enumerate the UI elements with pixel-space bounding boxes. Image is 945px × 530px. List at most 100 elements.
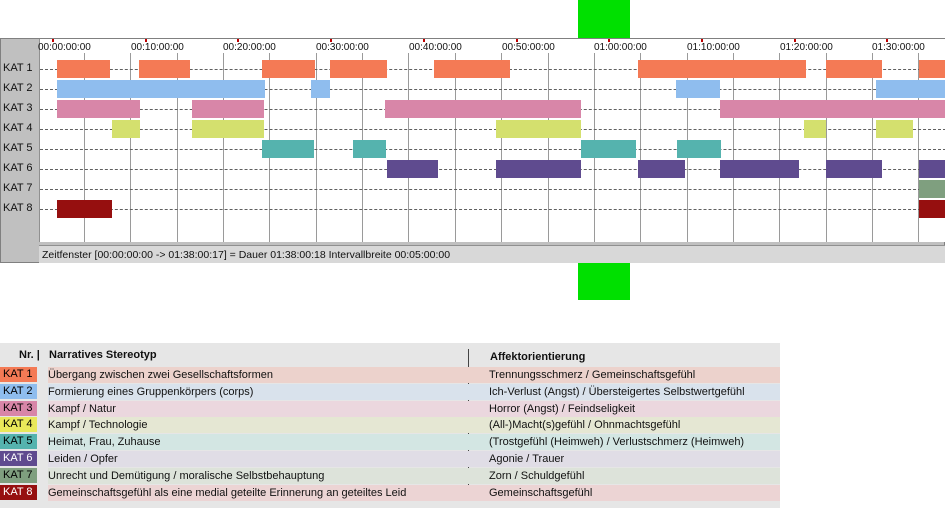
interval-gridline bbox=[872, 53, 873, 242]
category-label-kat-6: KAT 6 bbox=[3, 162, 33, 174]
legend-row bbox=[48, 400, 780, 417]
segment-bar-kat-4[interactable] bbox=[876, 120, 913, 138]
legend-row bbox=[48, 451, 780, 467]
interval-gridline bbox=[826, 53, 827, 242]
segment-bar-kat-6[interactable] bbox=[496, 160, 581, 178]
segment-bar-kat-3[interactable] bbox=[192, 100, 264, 118]
segment-bar-kat-6[interactable] bbox=[919, 160, 945, 178]
segment-bar-kat-3[interactable] bbox=[385, 100, 581, 118]
segment-bar-kat-4[interactable] bbox=[192, 120, 264, 138]
legend-affekt: (Trostgefühl (Heimweh) / Verlustschmerz … bbox=[489, 436, 745, 449]
legend-stereotyp: Heimat, Frau, Zuhause bbox=[48, 436, 161, 449]
time-tick-label: 01:20:00:00 bbox=[780, 42, 833, 53]
time-tick-label: 00:30:00:00 bbox=[316, 42, 369, 53]
interval-gridline bbox=[640, 53, 641, 242]
legend-stereotyp: Leiden / Opfer bbox=[48, 453, 118, 465]
time-tick-label: 00:10:00:00 bbox=[131, 42, 184, 53]
legend-stereotyp: Gemeinschaftsgefühl als eine medial gete… bbox=[48, 486, 407, 499]
interval-gridline bbox=[733, 53, 734, 242]
interval-gridline bbox=[548, 53, 549, 242]
segment-bar-kat-1[interactable] bbox=[919, 60, 945, 78]
segment-bar-kat-1[interactable] bbox=[638, 60, 806, 78]
category-row-line bbox=[40, 149, 945, 150]
segment-bar-kat-5[interactable] bbox=[677, 140, 721, 158]
timeline-plot[interactable]: 00:00:00:00 00:10:00:00 00:20:00:00 00:30:0… bbox=[38, 39, 945, 242]
segment-bar-kat-1[interactable] bbox=[57, 60, 110, 78]
legend-code-kat-4: KAT 4 bbox=[0, 417, 37, 433]
time-tick-label: 00:50:00:00 bbox=[502, 42, 555, 53]
legend-affekt: Gemeinschaftsgefühl bbox=[489, 486, 593, 499]
category-label-kat-2: KAT 2 bbox=[3, 82, 33, 94]
legend-table: Nr. | Narratives Stereotyp Affektorienti… bbox=[0, 343, 780, 508]
segment-bar-kat-4[interactable] bbox=[804, 120, 826, 138]
legend-code-kat-7: KAT 7 bbox=[0, 467, 37, 483]
legend-code-kat-2: KAT 2 bbox=[0, 383, 37, 399]
segment-bar-kat-8[interactable] bbox=[57, 200, 112, 218]
segment-bar-kat-1[interactable] bbox=[434, 60, 510, 78]
legend-affekt: Ich-Verlust (Angst) / Übersteigertes Sel… bbox=[489, 385, 745, 398]
category-label-kat-5: KAT 5 bbox=[3, 142, 33, 154]
segment-bar-kat-6[interactable] bbox=[720, 160, 799, 178]
segment-bar-kat-6[interactable] bbox=[826, 160, 882, 178]
segment-bar-kat-1[interactable] bbox=[139, 60, 190, 78]
interval-gridline bbox=[779, 53, 780, 242]
legend-header-stereotyp: Narratives Stereotyp bbox=[49, 349, 157, 361]
legend-affekt: (All-)Macht(s)gefühl / Ohnmachtsgefühl bbox=[489, 419, 681, 432]
segment-bar-kat-4[interactable] bbox=[112, 120, 140, 138]
legend-code-kat-3: KAT 3 bbox=[0, 400, 37, 416]
legend-affekt: Agonie / Trauer bbox=[489, 453, 565, 465]
segment-bar-kat-2[interactable] bbox=[311, 80, 330, 98]
legend-stereotyp: Formierung eines Gruppenkörpers (corps) bbox=[48, 385, 254, 398]
segment-bar-kat-4[interactable] bbox=[496, 120, 581, 138]
time-tick-label: 00:00:00:00 bbox=[38, 42, 91, 53]
timeline-panel: KAT 1 KAT 2 KAT 3 KAT 4 KAT 5 KAT 6 KAT 7 KAT 8… bbox=[0, 38, 945, 263]
legend-stereotyp: Übergang zwischen zwei Gesellschaftsform… bbox=[48, 369, 273, 381]
segment-bar-kat-1[interactable] bbox=[262, 60, 315, 78]
legend-stereotyp: Kampf / Technologie bbox=[48, 419, 148, 432]
legend-code-kat-1: KAT 1 bbox=[0, 367, 37, 382]
legend-code-kat-5: KAT 5 bbox=[0, 434, 37, 450]
time-tick-label: 01:00:00:00 bbox=[594, 42, 647, 53]
legend-stereotyp: Kampf / Natur bbox=[48, 402, 116, 415]
legend-affekt: Trennungsschmerz / Gemeinschaftsgefühl bbox=[489, 369, 696, 381]
interval-gridline bbox=[455, 53, 456, 242]
time-tick-label: 01:30:00:00 bbox=[872, 42, 925, 53]
category-label-kat-8: KAT 8 bbox=[3, 202, 33, 214]
status-bar: Zeitfenster [00:00:00:00 -> 01:38:00:17]… bbox=[39, 245, 945, 263]
playhead-marker-bottom[interactable] bbox=[578, 263, 630, 300]
segment-bar-kat-3[interactable] bbox=[57, 100, 140, 118]
interval-gridline bbox=[408, 53, 409, 242]
category-row-line bbox=[40, 189, 945, 190]
segment-bar-kat-2[interactable] bbox=[676, 80, 720, 98]
category-label-kat-1: KAT 1 bbox=[3, 62, 33, 74]
legend-stereotyp: Unrecht und Demütigung / moralische Selb… bbox=[48, 469, 325, 482]
segment-bar-kat-2[interactable] bbox=[57, 80, 265, 98]
category-label-kat-7: KAT 7 bbox=[3, 182, 33, 194]
interval-gridline bbox=[501, 53, 502, 242]
legend-header-affekt: Affektorientierung bbox=[490, 351, 586, 363]
segment-bar-kat-6[interactable] bbox=[638, 160, 685, 178]
legend-code-kat-8: KAT 8 bbox=[0, 484, 37, 500]
legend-code-kat-6: KAT 6 bbox=[0, 451, 37, 466]
category-row-line bbox=[40, 169, 945, 170]
time-tick-label: 00:20:00:00 bbox=[223, 42, 276, 53]
segment-bar-kat-5[interactable] bbox=[262, 140, 314, 158]
time-tick-label: 00:40:00:00 bbox=[409, 42, 462, 53]
segment-bar-kat-7[interactable] bbox=[919, 180, 945, 198]
legend-affekt: Zorn / Schuldgefühl bbox=[489, 469, 585, 482]
segment-bar-kat-5[interactable] bbox=[353, 140, 386, 158]
time-tick-label: 01:10:00:00 bbox=[687, 42, 740, 53]
legend-header-nr: Nr. | bbox=[19, 349, 40, 361]
segment-bar-kat-2[interactable] bbox=[876, 80, 945, 98]
segment-bar-kat-3[interactable] bbox=[720, 100, 945, 118]
segment-bar-kat-1[interactable] bbox=[826, 60, 882, 78]
category-row-line bbox=[40, 209, 945, 210]
legend-affekt: Horror (Angst) / Feindseligkeit bbox=[489, 402, 636, 415]
segment-bar-kat-6[interactable] bbox=[387, 160, 438, 178]
segment-bar-kat-1[interactable] bbox=[330, 60, 387, 78]
playhead-marker-top[interactable] bbox=[578, 0, 630, 38]
category-label-kat-4: KAT 4 bbox=[3, 122, 33, 134]
category-label-kat-3: KAT 3 bbox=[3, 102, 33, 114]
segment-bar-kat-8[interactable] bbox=[919, 200, 945, 218]
segment-bar-kat-5[interactable] bbox=[581, 140, 636, 158]
